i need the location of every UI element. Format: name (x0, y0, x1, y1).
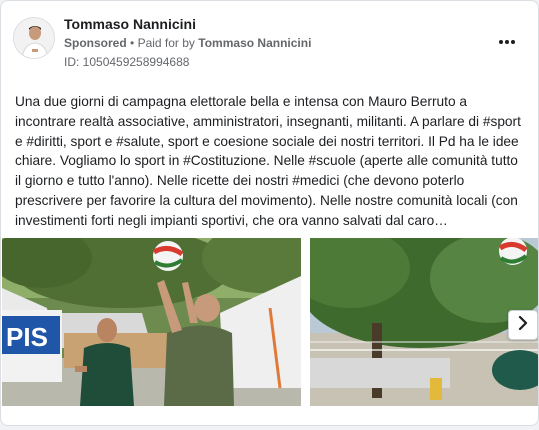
ad-body-text: Una due giorni di campagna elettorale be… (15, 94, 521, 228)
carousel-next-button[interactable] (508, 310, 538, 340)
sponsored-label: Sponsored (64, 36, 127, 50)
paid-for-prefix: Paid for by (137, 36, 195, 50)
paid-for-by-name[interactable]: Tommaso Nannicini (198, 36, 311, 50)
advertiser-avatar[interactable] (13, 17, 55, 59)
more-options-icon[interactable] (493, 29, 521, 53)
separator-dot: • (130, 36, 135, 50)
advertiser-name[interactable]: Tommaso Nannicini (64, 16, 196, 32)
ad-id: ID: 1050459258994688 (64, 55, 190, 69)
tent-banner-text: PIS (6, 322, 48, 352)
image-carousel[interactable]: PIS (1, 238, 538, 406)
sponsored-line: Sponsored • Paid for by Tommaso Nannicin… (64, 36, 311, 50)
ad-card: Tommaso Nannicini Sponsored • Paid for b… (0, 0, 539, 426)
carousel-image-1[interactable]: PIS (2, 238, 301, 406)
chevron-right-icon (517, 315, 529, 335)
carousel-image-2[interactable] (310, 238, 538, 406)
